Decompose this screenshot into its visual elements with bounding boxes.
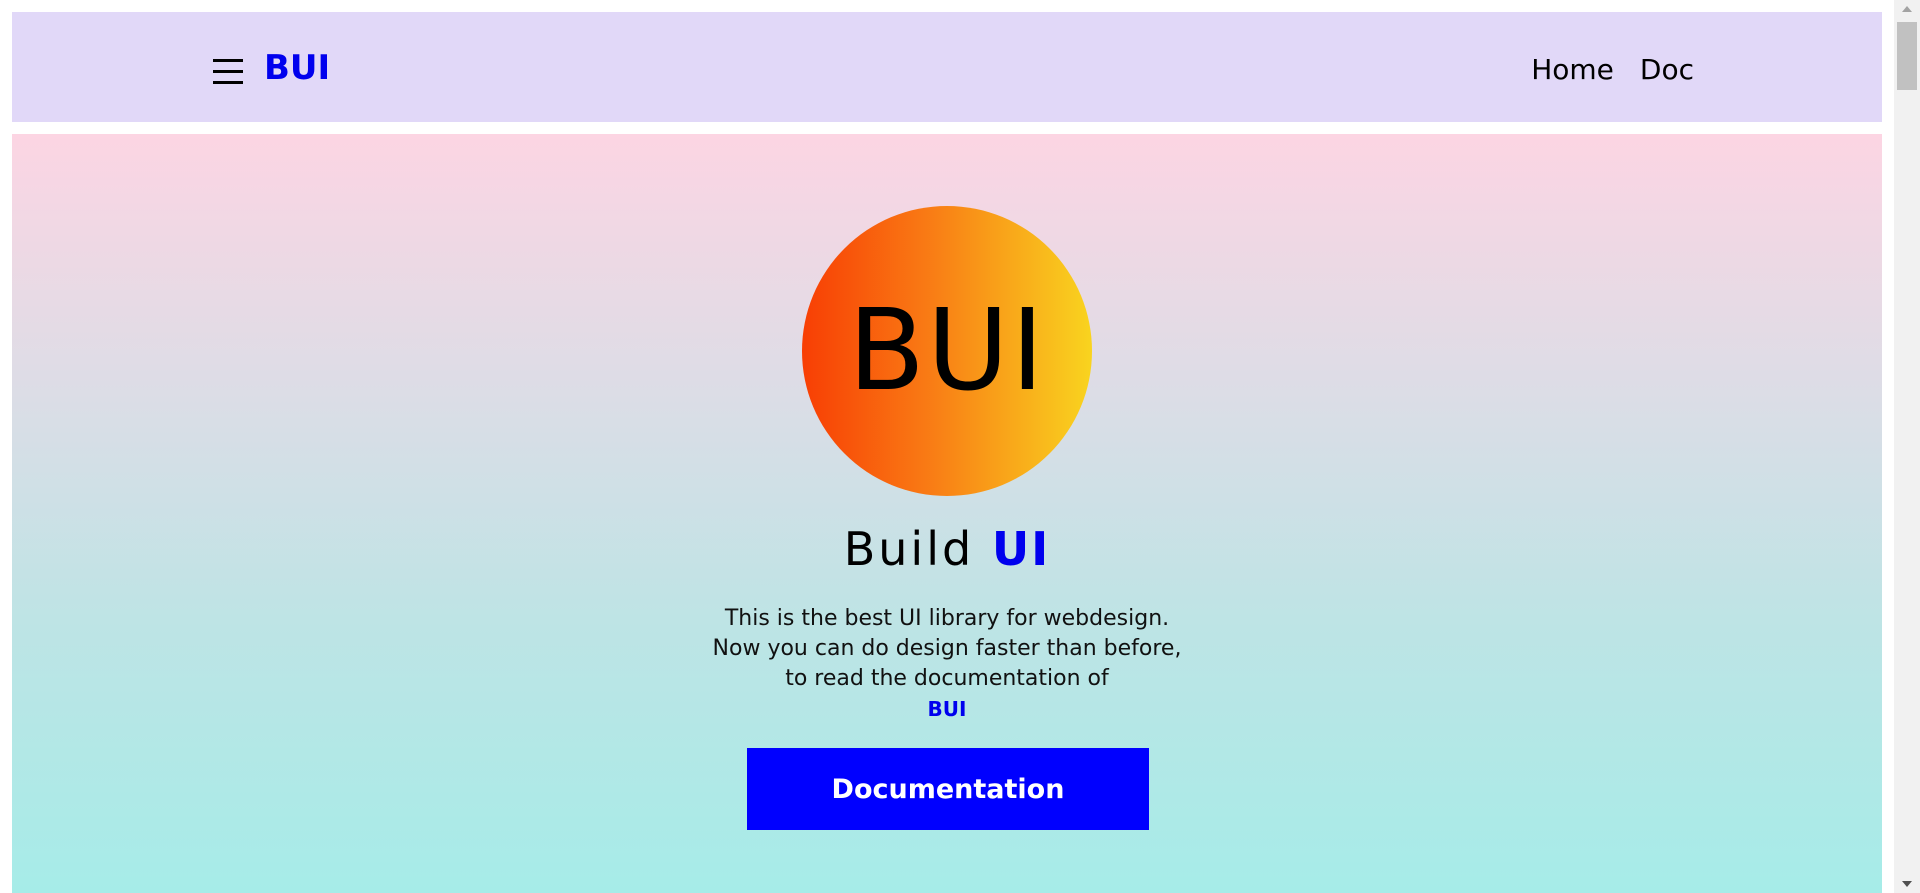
hero-logo-text: BUI: [848, 286, 1046, 416]
hero-title: Build UI: [12, 522, 1882, 577]
nav-link-doc[interactable]: Doc: [1640, 52, 1694, 87]
hero-title-accent: UI: [991, 522, 1051, 576]
hero-description-text: This is the best UI library for webdesig…: [712, 606, 1182, 691]
hero-description: This is the best UI library for webdesig…: [712, 604, 1182, 724]
scroll-up-arrow-icon[interactable]: [1902, 6, 1912, 12]
navbar: BUI Home Doc: [12, 12, 1882, 122]
hero-section: BUI Build UI This is the best UI library…: [12, 134, 1882, 893]
page: BUI Home Doc BUI Build UI This is the be…: [0, 0, 1920, 893]
brand-logo-link[interactable]: BUI: [264, 48, 330, 89]
documentation-button[interactable]: Documentation: [747, 748, 1149, 830]
hero-description-brand: BUI: [927, 697, 967, 721]
nav-links: Home Doc: [1531, 52, 1694, 87]
scroll-thumb[interactable]: [1897, 22, 1917, 90]
hero-title-prefix: Build: [843, 522, 975, 576]
hamburger-menu-icon[interactable]: [202, 54, 254, 90]
hero-logo: BUI: [802, 206, 1092, 496]
scroll-down-arrow-icon[interactable]: [1902, 881, 1912, 887]
nav-link-home[interactable]: Home: [1531, 52, 1614, 87]
vertical-scrollbar[interactable]: [1894, 0, 1920, 893]
